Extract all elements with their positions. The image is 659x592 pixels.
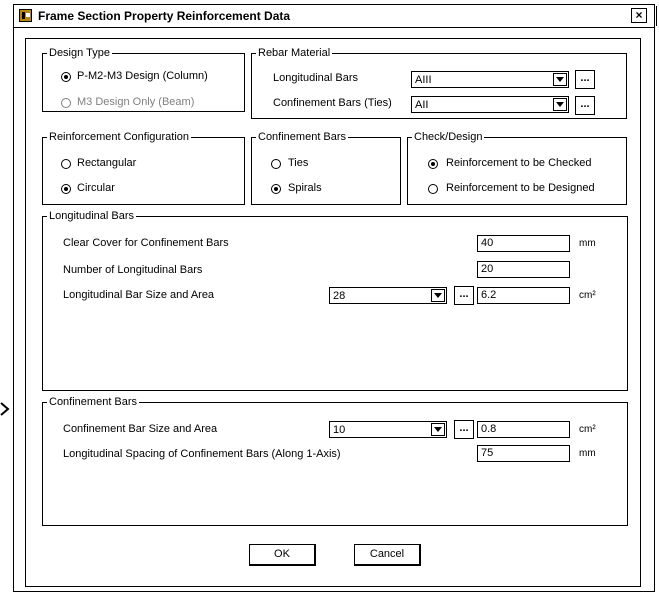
app-icon	[19, 9, 32, 22]
chevron-down-icon[interactable]	[553, 98, 567, 111]
clear-cover-input[interactable]: 40	[477, 235, 570, 252]
rebar-material-legend: Rebar Material	[258, 47, 331, 59]
confinement-spacing-label: Longitudinal Spacing of Confinement Bars…	[63, 448, 341, 460]
spirals-radio[interactable]	[271, 184, 281, 194]
ties-label: Ties	[288, 157, 309, 169]
confinement-material-value: AII	[415, 99, 429, 111]
confinement-bar-area-input[interactable]: 0.8	[477, 421, 570, 438]
longitudinal-material-select[interactable]: AIII	[411, 71, 569, 88]
design-type-legend: Design Type	[49, 47, 110, 59]
reinforcement-designed-radio[interactable]	[428, 184, 438, 194]
window-edge-divider	[656, 6, 657, 26]
circular-label: Circular	[77, 182, 115, 194]
circular-radio[interactable]	[61, 184, 71, 194]
chevron-down-icon[interactable]	[553, 73, 567, 86]
confinement-material-select[interactable]: AII	[411, 96, 569, 113]
check-design-legend: Check/Design	[414, 131, 483, 143]
chevron-down-icon[interactable]	[431, 289, 445, 302]
reinforcement-configuration-legend: Reinforcement Configuration	[49, 131, 190, 143]
confinement-bar-size-value: 10	[333, 424, 346, 436]
longitudinal-bar-area-input[interactable]: 6.2	[477, 287, 570, 304]
reinforcement-checked-radio[interactable]	[428, 159, 438, 169]
reinforcement-configuration-group: Reinforcement Configuration	[42, 132, 245, 205]
design-type-beam-radio	[61, 98, 71, 108]
confinement-material-label: Confinement Bars (Ties)	[273, 97, 392, 109]
longitudinal-bar-size-label: Longitudinal Bar Size and Area	[63, 289, 215, 301]
dialog-window: Frame Section Property Reinforcement Dat…	[13, 4, 655, 592]
dialog-panel: Design Type P-M2-M3 Design (Column) M3 D…	[25, 38, 641, 587]
rectangular-radio[interactable]	[61, 159, 71, 169]
ok-button[interactable]: OK	[249, 544, 316, 566]
confinement-spacing-input[interactable]: 75	[477, 445, 570, 462]
confinement-bar-size-label: Confinement Bar Size and Area	[63, 423, 218, 435]
confinement-material-define-button[interactable]: ...	[575, 96, 595, 115]
window-title: Frame Section Property Reinforcement Dat…	[38, 9, 291, 23]
longitudinal-bar-area-unit: cm²	[579, 290, 596, 301]
design-type-column-radio[interactable]	[61, 72, 71, 82]
confinement-bars-legend: Confinement Bars	[49, 396, 138, 408]
close-button[interactable]: ×	[631, 8, 647, 23]
confinement-bar-size-select[interactable]: 10	[329, 421, 447, 438]
clear-cover-label: Clear Cover for Confinement Bars	[63, 237, 229, 249]
clear-cover-unit: mm	[579, 238, 596, 249]
longitudinal-bar-size-define-button[interactable]: ...	[454, 286, 474, 305]
pointer-arrow-icon	[0, 402, 10, 416]
longitudinal-bars-legend: Longitudinal Bars	[49, 210, 135, 222]
confinement-bars-type-legend: Confinement Bars	[258, 131, 347, 143]
reinforcement-checked-label: Reinforcement to be Checked	[446, 157, 592, 169]
confinement-bar-size-define-button[interactable]: ...	[454, 420, 474, 439]
rectangular-label: Rectangular	[77, 157, 137, 169]
longitudinal-material-value: AIII	[415, 74, 432, 86]
cancel-button[interactable]: Cancel	[354, 544, 421, 566]
design-type-beam-label: M3 Design Only (Beam)	[77, 96, 195, 108]
longitudinal-material-label: Longitudinal Bars	[273, 72, 359, 84]
longitudinal-bar-size-select[interactable]: 28	[329, 287, 447, 304]
reinforcement-designed-label: Reinforcement to be Designed	[446, 182, 595, 194]
confinement-spacing-unit: mm	[579, 448, 596, 459]
ties-radio[interactable]	[271, 159, 281, 169]
longitudinal-material-define-button[interactable]: ...	[575, 70, 595, 89]
longitudinal-bar-size-value: 28	[333, 290, 346, 302]
title-bar[interactable]: Frame Section Property Reinforcement Dat…	[14, 5, 654, 28]
chevron-down-icon[interactable]	[431, 423, 445, 436]
confinement-bar-area-unit: cm²	[579, 424, 596, 435]
design-type-column-label: P-M2-M3 Design (Column)	[77, 70, 208, 82]
number-of-bars-input[interactable]: 20	[477, 261, 570, 278]
number-of-bars-label: Number of Longitudinal Bars	[63, 264, 203, 276]
spirals-label: Spirals	[288, 182, 322, 194]
